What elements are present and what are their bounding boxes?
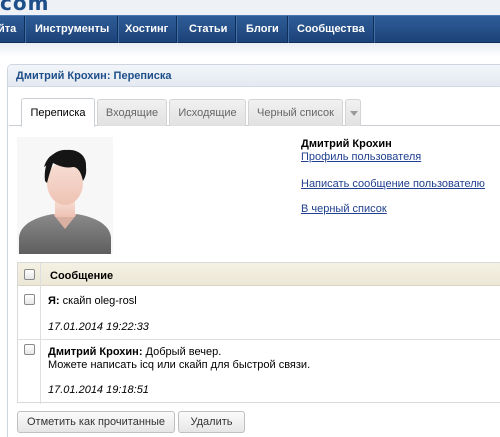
tabs-more-button[interactable] (345, 99, 361, 126)
message-column-header: Сообщение (50, 270, 114, 282)
nav-item-hosting[interactable]: Хостинг (117, 16, 178, 43)
message-row-checkbox[interactable] (24, 294, 35, 305)
profile-link[interactable]: Профиль пользователя (301, 151, 421, 163)
write-message-link[interactable]: Написать сообщение пользователю (301, 178, 485, 190)
message-author: Дмитрий Крохин: (48, 346, 143, 358)
nav-item-articles[interactable]: Статьи (181, 16, 237, 43)
site-logo[interactable]: com (0, 0, 49, 15)
tab-blacklist[interactable]: Черный список (248, 99, 343, 126)
message-body-line2: Можете написать icq или скайп для быстро… (48, 359, 311, 371)
chevron-down-icon (350, 111, 358, 116)
blacklist-link[interactable]: В черный список (301, 203, 387, 215)
main-nav: йта Инструменты Хостинг Статьи Блоги Соо… (0, 15, 500, 43)
nav-item-blogs[interactable]: Блоги (238, 16, 288, 43)
message-text: Дмитрий Крохин: Добрый вечер. (48, 346, 221, 359)
messages-table: Сообщение Я: скайп oleg-rosl 17.01.2014 … (17, 262, 500, 404)
nav-item-tools[interactable]: Инструменты (27, 16, 119, 43)
nav-shadow (0, 43, 500, 57)
tab-inbox[interactable]: Входящие (97, 99, 167, 126)
tab-conversation[interactable]: Переписка (21, 98, 95, 127)
panel-title: Дмитрий Крохин: Переписка (16, 70, 172, 82)
message-text: Я: скайп oleg-rosl (48, 295, 137, 308)
message-author: Я: (48, 295, 60, 307)
user-name: Дмитрий Крохин (301, 138, 392, 150)
top-strip: com (0, 0, 500, 15)
table-header: Сообщение (18, 263, 500, 286)
mark-read-button[interactable]: Отметить как прочитанные (17, 411, 175, 433)
message-body: Добрый вечер. (142, 346, 222, 358)
select-all-checkbox[interactable] (24, 269, 35, 280)
delete-button[interactable]: Удалить (178, 411, 245, 433)
message-date: 17.01.2014 19:22:33 (48, 321, 149, 333)
message-date: 17.01.2014 19:18:51 (48, 384, 149, 396)
user-silhouette-icon (17, 137, 113, 254)
message-row-checkbox[interactable] (24, 344, 35, 355)
tab-outbox[interactable]: Исходящие (169, 99, 246, 126)
avatar (17, 137, 113, 254)
panel-header: Дмитрий Крохин: Переписка (8, 65, 500, 87)
row-divider (18, 339, 500, 340)
column-divider (40, 263, 41, 404)
nav-item-partial[interactable]: йта (0, 16, 26, 43)
nav-item-communities[interactable]: Сообщества (289, 16, 374, 43)
message-body: скайп oleg-rosl (59, 295, 137, 307)
